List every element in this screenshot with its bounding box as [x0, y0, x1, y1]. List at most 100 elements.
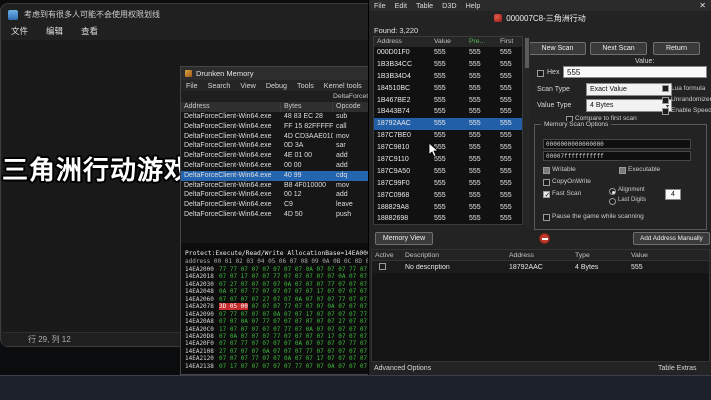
hex-checkbox[interactable] — [537, 70, 544, 77]
memory-viewer-title: Drunken Memory — [196, 69, 254, 78]
ce-menu-item[interactable]: Table — [416, 1, 433, 10]
memview-menu-item[interactable]: Debug — [266, 81, 287, 90]
value-type-dropdown[interactable]: 4 Bytes ▾ — [586, 99, 672, 112]
unrandomizer-label[interactable]: Unrandomizer — [671, 96, 711, 103]
add-address-manually-button[interactable]: Add Address Manually — [633, 232, 710, 245]
memview-menu-item[interactable]: Tools — [297, 81, 314, 90]
writable-checkbox[interactable] — [543, 167, 550, 174]
found-address-row[interactable]: 187C99F0555555555 — [374, 178, 522, 190]
memview-menu-item[interactable]: Kernel tools — [324, 81, 362, 90]
executable-label[interactable]: Executable — [628, 166, 660, 173]
pause-while-scanning-checkbox[interactable] — [543, 214, 550, 221]
scan-value-input[interactable] — [563, 66, 707, 78]
memory-view-button[interactable]: Memory View — [375, 232, 433, 245]
last-digits-radio[interactable] — [609, 198, 616, 205]
ce-menu-item[interactable]: Help — [466, 1, 481, 10]
ce-menu-item[interactable]: File — [374, 1, 386, 10]
new-scan-button[interactable]: New Scan — [529, 42, 586, 55]
lua-formula-label[interactable]: Lua formula — [671, 85, 705, 92]
hex-address: 14EA20C0 — [185, 326, 219, 333]
column-bytes[interactable]: Bytes — [281, 102, 333, 112]
fast-scan-label[interactable]: Fast Scan — [552, 190, 581, 197]
alignment-radio[interactable] — [609, 188, 616, 195]
memview-menu-item[interactable]: View — [240, 81, 255, 90]
found-first: 555 — [497, 213, 522, 225]
found-col-value[interactable]: Value — [431, 37, 466, 47]
next-scan-button[interactable]: Next Scan — [590, 42, 647, 55]
notepad-menu-item[interactable]: 编辑 — [46, 25, 63, 37]
process-icon[interactable] — [494, 14, 502, 22]
found-first: 555 — [497, 118, 522, 130]
disasm-bytes: 4D 50 — [281, 210, 333, 220]
found-col-previous[interactable]: Pre... — [466, 37, 497, 47]
memview-menu-item[interactable]: File — [186, 81, 198, 90]
table-col-active[interactable]: Active — [372, 250, 402, 260]
lua-formula-checkbox[interactable] — [662, 85, 669, 92]
copyonwrite-label[interactable]: CopyOnWrite — [552, 178, 591, 185]
found-address-row[interactable]: 18792AAC555555555 — [374, 118, 522, 130]
entry-value: 555 — [628, 264, 709, 271]
scrollbar-thumb[interactable] — [525, 38, 529, 68]
found-address-row[interactable]: 1B3B34D4555555555 — [374, 71, 522, 83]
found-address-row[interactable]: 1B467BE2555555555 — [374, 95, 522, 107]
scan-stop-address-input[interactable] — [543, 151, 691, 161]
found-address: 187C99F0 — [374, 178, 431, 190]
unrandomizer-checkbox[interactable] — [662, 97, 669, 104]
notepad-menu-item[interactable]: 查看 — [81, 25, 98, 37]
found-address-row[interactable]: 184510BC555555555 — [374, 83, 522, 95]
alignment-label[interactable]: Alignment — [618, 187, 645, 193]
found-address-row[interactable]: 187C9110555555555 — [374, 154, 522, 166]
found-address-row[interactable]: 188829A8555555555 — [374, 202, 522, 214]
found-col-address[interactable]: Address — [374, 37, 431, 47]
scan-type-dropdown[interactable]: Exact Value ▾ — [586, 83, 672, 96]
found-value: 555 — [431, 202, 466, 214]
table-col-address[interactable]: Address — [506, 250, 572, 260]
found-address-row[interactable]: 000D01F0555555555 — [374, 47, 522, 59]
found-address-row[interactable]: 187C9A50555555555 — [374, 166, 522, 178]
copyonwrite-checkbox[interactable] — [543, 179, 550, 186]
enable-speedhack-label[interactable]: Enable Speedhack — [671, 107, 711, 114]
close-icon[interactable]: ✕ — [699, 1, 706, 10]
memview-menu-item[interactable]: Search — [208, 81, 231, 90]
pause-while-scanning-label[interactable]: Pause the game while scanning — [552, 213, 644, 220]
found-col-first[interactable]: First — [497, 37, 522, 47]
found-address-row[interactable]: 187C9810555555555 — [374, 142, 522, 154]
executable-checkbox[interactable] — [619, 167, 626, 174]
undo-scan-button[interactable]: Return — [653, 42, 700, 55]
no-entry-icon[interactable] — [539, 233, 550, 244]
enable-speedhack-checkbox[interactable] — [662, 108, 669, 115]
found-address-row[interactable]: 18882698555555555 — [374, 213, 522, 225]
notepad-menu-item[interactable]: 文件 — [11, 25, 28, 37]
found-first: 555 — [497, 95, 522, 107]
ce-menu-item[interactable]: Edit — [395, 1, 407, 10]
found-address-row[interactable]: 187C7BE0555555555 — [374, 130, 522, 142]
ce-menu-item[interactable]: D3D — [442, 1, 456, 10]
table-col-value[interactable]: Value — [628, 250, 709, 260]
last-digits-label[interactable]: Last Digits — [618, 197, 646, 203]
found-first: 555 — [497, 190, 522, 202]
found-list-scrollbar[interactable] — [524, 36, 530, 225]
active-checkbox[interactable] — [379, 263, 386, 270]
scan-start-address-input[interactable] — [543, 139, 691, 149]
column-address[interactable]: Address — [181, 102, 281, 112]
alignment-value-input[interactable] — [665, 189, 681, 200]
found-address: 188829A8 — [374, 202, 431, 214]
table-col-description[interactable]: Description — [402, 250, 506, 260]
table-col-type[interactable]: Type — [572, 250, 628, 260]
found-address-row[interactable]: 187C0968555555555 — [374, 190, 522, 202]
hex-address: 14EA2138 — [185, 363, 219, 370]
found-value: 555 — [431, 130, 466, 142]
cheat-table-row[interactable]: No description18792AAC4 Bytes555 — [372, 261, 709, 273]
disasm-bytes: 40 99 — [281, 171, 333, 181]
found-address-row[interactable]: 1B443B74555555555 — [374, 106, 522, 118]
table-extras-link[interactable]: Table Extras — [658, 365, 697, 372]
found-address-row[interactable]: 1B3B34CC555555555 — [374, 59, 522, 71]
advanced-options-link[interactable]: Advanced Options — [374, 365, 431, 372]
fast-scan-checkbox[interactable] — [543, 191, 550, 198]
hex-address: 14EA20D8 — [185, 333, 219, 340]
writable-label[interactable]: Writable — [552, 166, 576, 173]
disasm-bytes: 48 83 EC 28 — [281, 112, 333, 122]
found-first: 555 — [497, 47, 522, 59]
hex-checkbox-label[interactable]: Hex — [547, 69, 559, 76]
found-address: 1B467BE2 — [374, 95, 431, 107]
